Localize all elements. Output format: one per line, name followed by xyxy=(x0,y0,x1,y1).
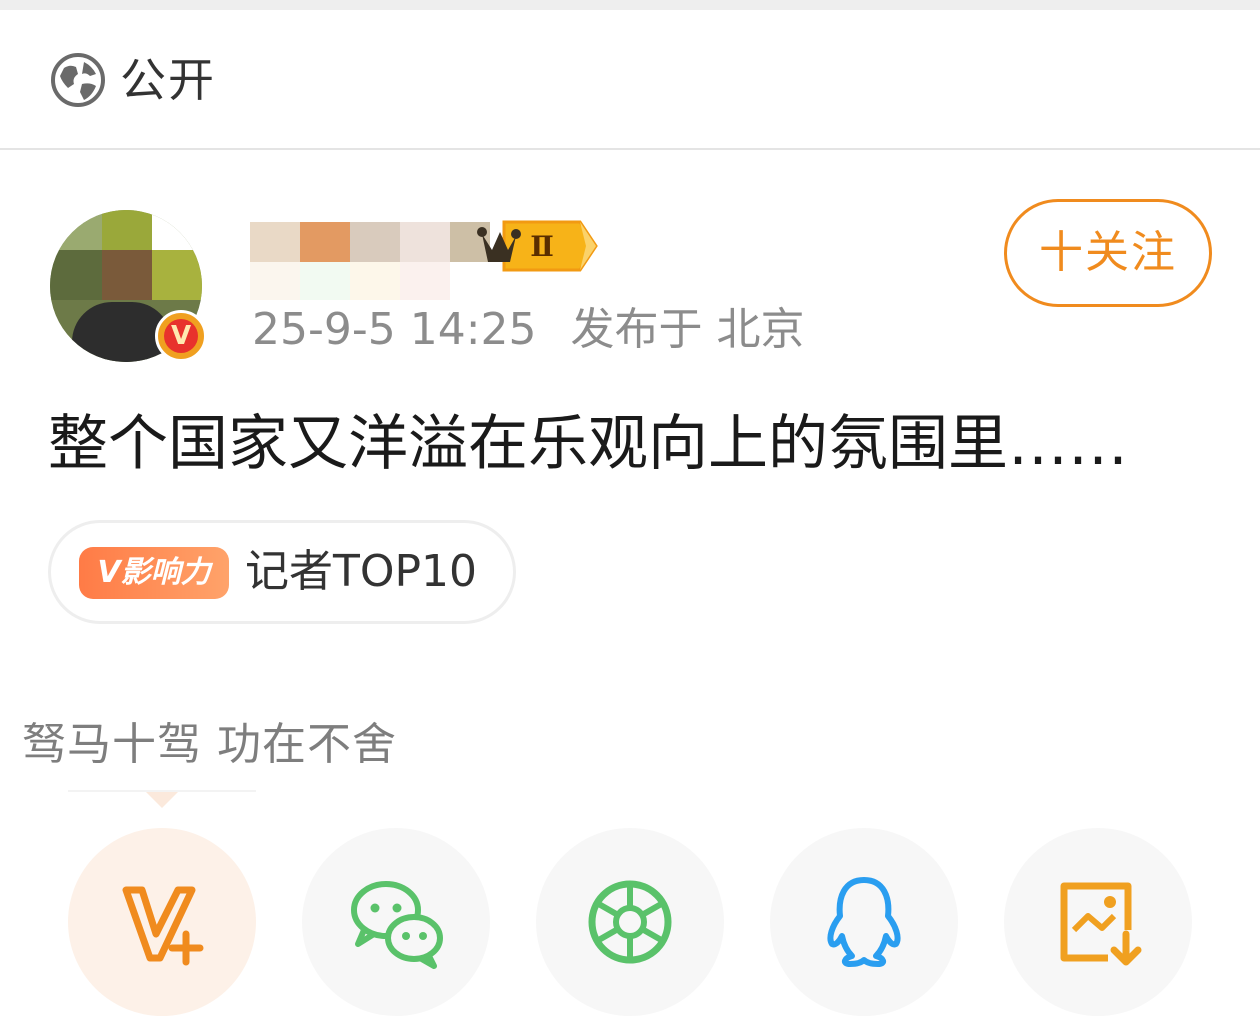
share-moments-button[interactable] xyxy=(536,828,724,1016)
influence-badge: V影响力 xyxy=(79,547,229,599)
share-tip: 驽马十驾 功在不舍 xyxy=(22,719,397,770)
privacy-row[interactable]: 公开 xyxy=(0,10,1260,150)
verified-v-icon: V xyxy=(164,319,198,353)
aperture-icon xyxy=(588,880,672,964)
privacy-label: 公开 xyxy=(120,53,216,107)
share-save-image-button[interactable] xyxy=(1004,828,1192,1016)
tip-arrow xyxy=(146,792,178,808)
wechat-icon xyxy=(351,881,443,969)
share-qq-button[interactable] xyxy=(770,828,958,1016)
follow-button[interactable]: 十关注 xyxy=(1004,199,1212,307)
influence-label: 记者TOP10 xyxy=(245,546,478,597)
weibo-v-plus-icon xyxy=(122,886,204,966)
influence-tag[interactable]: V影响力 记者TOP10 xyxy=(48,520,516,624)
share-weibo-repost-button[interactable] xyxy=(68,828,256,1016)
verified-badge: V xyxy=(155,310,207,362)
post-meta: 25-9-5 14:25 发布于 北京 xyxy=(252,302,805,358)
username-mosaic[interactable] xyxy=(250,212,500,300)
member-level-text: Ⅱ xyxy=(530,230,554,263)
share-wechat-button[interactable] xyxy=(302,828,490,1016)
qq-penguin-icon xyxy=(827,877,901,967)
post-location: 发布于 北京 xyxy=(570,304,805,355)
top-strip xyxy=(0,0,1260,10)
post-time: 25-9-5 14:25 xyxy=(252,304,537,355)
member-level-badge[interactable]: Ⅱ xyxy=(470,216,600,274)
image-download-icon xyxy=(1060,882,1142,966)
post-text[interactable]: 整个国家又洋溢在乐观向上的氛围里…… xyxy=(48,408,1128,480)
globe-icon xyxy=(51,53,105,107)
